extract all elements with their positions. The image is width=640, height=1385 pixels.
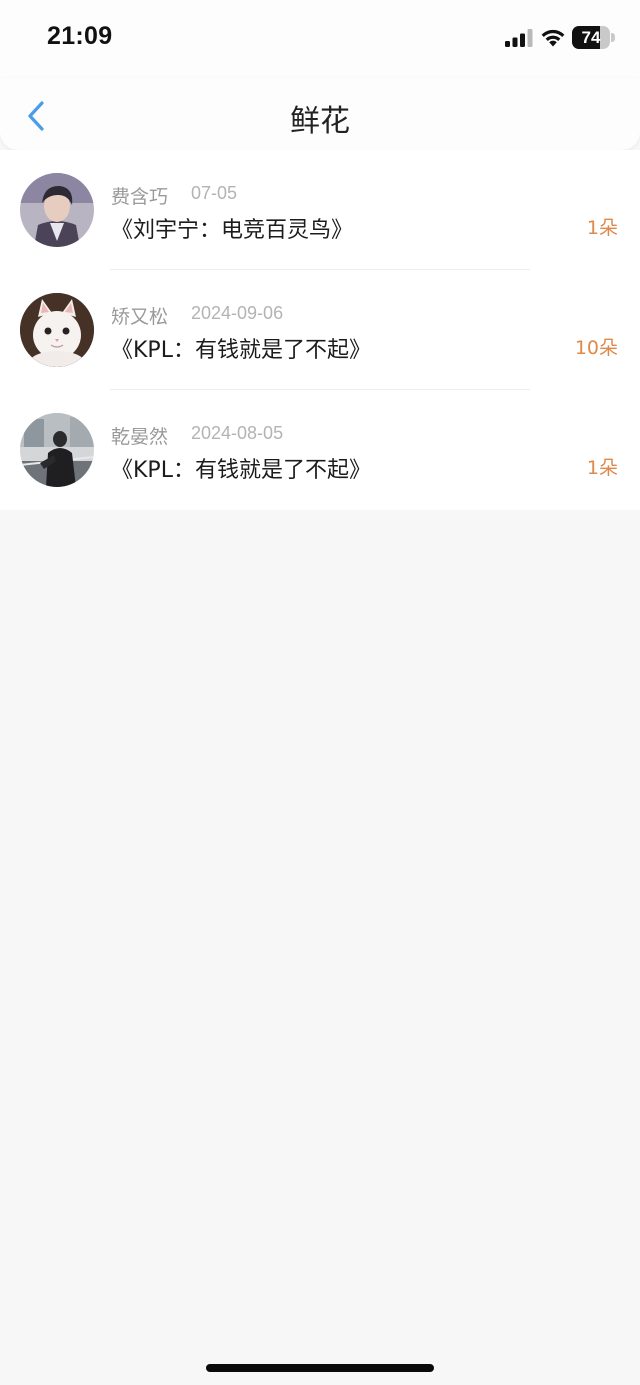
flower-count: 10朵	[574, 337, 618, 359]
battery-tip	[611, 33, 615, 42]
user-name: 乾晏然	[111, 426, 169, 448]
post-date: 07-05	[191, 183, 238, 203]
list-item[interactable]: 矫又松 2024-09-06 《KPL：有钱就是了不起》 10朵	[0, 270, 640, 390]
battery-level: 74	[581, 28, 601, 47]
flower-count: 1朵	[586, 457, 618, 479]
status-bar: 21:09 74	[0, 0, 640, 78]
page-title: 鲜花	[290, 104, 350, 139]
avatar[interactable]	[20, 173, 94, 247]
home-indicator	[206, 1364, 434, 1372]
avatar[interactable]	[20, 413, 94, 487]
flower-list: 费含巧 07-05 《刘宇宁：电竞百灵鸟》 1朵 矫又松 2024-09-06 …	[0, 150, 640, 510]
battery-body: 74	[572, 26, 610, 49]
post-date: 2024-08-05	[191, 423, 284, 443]
navigation-bar: 鲜花	[0, 78, 640, 150]
post-title[interactable]: 《刘宇宁：电竞百灵鸟》	[111, 212, 353, 244]
user-name: 费含巧	[111, 186, 169, 208]
avatar[interactable]	[20, 293, 94, 367]
wifi-icon	[541, 29, 565, 47]
list-item[interactable]: 费含巧 07-05 《刘宇宁：电竞百灵鸟》 1朵	[0, 150, 640, 270]
user-name: 矫又松	[111, 306, 169, 328]
avatar-white-cat-icon	[20, 293, 94, 367]
cellular-signal-icon	[505, 29, 533, 47]
flower-count: 1朵	[586, 217, 618, 239]
post-title[interactable]: 《KPL：有钱就是了不起》	[111, 452, 371, 484]
post-title[interactable]: 《KPL：有钱就是了不起》	[111, 332, 371, 364]
avatar-man-portrait-icon	[20, 173, 94, 247]
status-time: 21:09	[47, 22, 113, 50]
list-item[interactable]: 乾晏然 2024-08-05 《KPL：有钱就是了不起》 1朵	[0, 390, 640, 510]
screen: 21:09 74 鲜花 费含巧 07-05 《刘宇宁：电竞百灵鸟》 1朵 矫又松…	[0, 0, 640, 1385]
battery-indicator: 74	[572, 26, 616, 49]
avatar-street-photo-icon	[20, 413, 94, 487]
post-date: 2024-09-06	[191, 303, 284, 323]
